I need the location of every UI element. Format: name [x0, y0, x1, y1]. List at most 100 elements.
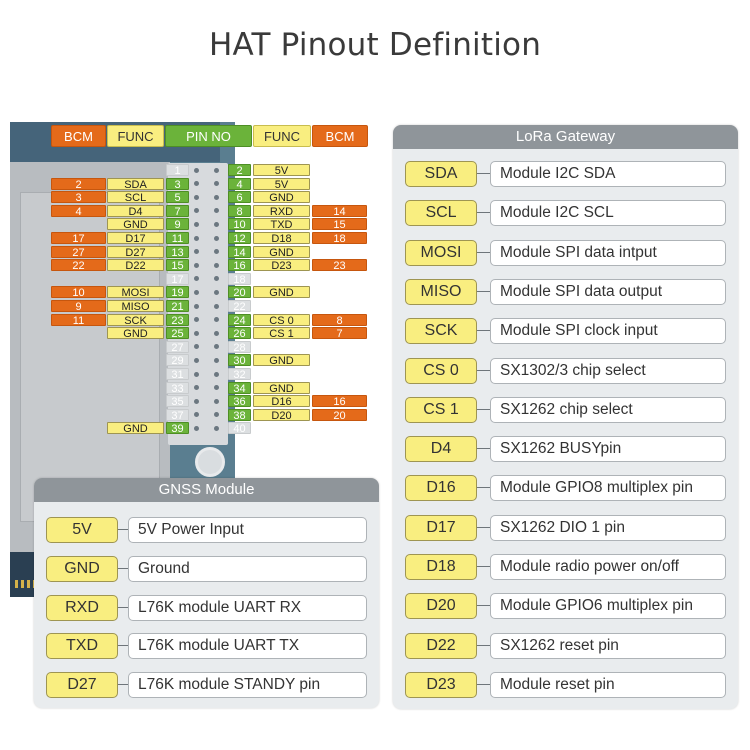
lora-connector-line: [477, 448, 490, 450]
lora-pin-description: Module SPI clock input: [490, 318, 726, 345]
pin-37: 37: [166, 408, 189, 422]
func-left-25: GND: [107, 327, 164, 340]
gnss-panel: GNSS Module 5V 5V Power Input GND Ground RXD…: [34, 478, 379, 708]
func-left-13: D27: [107, 245, 164, 259]
header-pin-dot: [194, 371, 199, 377]
func-left-15: D22: [107, 259, 164, 272]
header-pin-dot: [194, 221, 199, 227]
lora-connector-line: [477, 487, 490, 489]
header-pin-dot: [214, 167, 219, 173]
bcm-right-12: 18: [312, 232, 367, 245]
bcm-left-13: 27: [51, 245, 106, 259]
pin-39: 39: [166, 422, 189, 435]
pin-17: 17: [166, 272, 189, 286]
header-pin-dot: [214, 235, 219, 241]
lora-pin-description: Module reset pin: [490, 671, 726, 698]
gnss-connector-line: [118, 567, 128, 569]
header-pin-dot: [214, 289, 219, 295]
pin-6: 6: [228, 191, 251, 204]
func-right-20: GND: [253, 286, 310, 299]
func-right-10: TXD: [253, 218, 310, 231]
lora-pin-description: Module I2C SDA: [490, 161, 726, 187]
func-left-19: MOSI: [107, 286, 164, 299]
header-pin-dot: [214, 398, 219, 404]
func-right-26: CS 1: [253, 327, 310, 340]
lora-connector-line: [477, 251, 490, 253]
header-pin-dot: [194, 330, 199, 336]
header-pin-dot: [214, 303, 219, 309]
header-pin-dot: [214, 194, 219, 200]
func-right-8: RXD: [253, 204, 310, 218]
lora-pin-label: D16: [405, 475, 477, 502]
lora-pin-label: CS 1: [405, 396, 477, 423]
pin-13: 13: [166, 245, 189, 259]
gnss-pin-label: TXD: [46, 633, 118, 660]
header-pin-no: PIN NO: [165, 125, 252, 147]
bcm-right-10: 15: [312, 218, 367, 231]
func-right-4: 5V: [253, 177, 310, 191]
lora-pin-label: D4: [405, 436, 477, 463]
pin-30: 30: [228, 354, 251, 367]
pin-22: 22: [228, 300, 251, 313]
gnss-pin-description: L76K module UART RX: [128, 594, 367, 621]
pin-32: 32: [228, 368, 251, 381]
pin-12: 12: [228, 232, 251, 245]
pin-2: 2: [228, 164, 251, 177]
bcm-left-11: 17: [51, 232, 106, 245]
lora-pin-description: SX1262 chip select: [490, 396, 726, 423]
header-pin-dot: [194, 425, 199, 431]
bcm-left-3: 2: [51, 177, 106, 191]
mounting-hole: [195, 447, 225, 477]
header-pin-dot: [194, 289, 199, 295]
func-right-6: GND: [253, 191, 310, 204]
header-pin-dot: [214, 262, 219, 268]
lora-pin-label: D17: [405, 514, 477, 541]
gnss-pin-description: L76K module STANDY pin: [128, 672, 367, 699]
header-bcm-left: BCM: [51, 125, 106, 147]
pin-20: 20: [228, 286, 251, 299]
lora-pin-label: D18: [405, 554, 477, 580]
pin-29: 29: [166, 354, 189, 367]
header-pin-dot: [214, 425, 219, 431]
pin-24: 24: [228, 313, 251, 327]
header-pin-dot: [214, 221, 219, 227]
func-right-38: D20: [253, 408, 310, 422]
gnss-connector-line: [118, 606, 128, 608]
lora-connector-line: [477, 173, 490, 174]
func-left-23: SCK: [107, 313, 164, 327]
bcm-left-5: 3: [51, 191, 106, 204]
pin-18: 18: [228, 272, 251, 286]
header-func-left: FUNC: [107, 125, 164, 147]
func-left-39: GND: [107, 422, 164, 435]
pin-25: 25: [166, 327, 189, 340]
func-left-3: SDA: [107, 177, 164, 191]
lora-pin-description: SX1262 DIO 1 pin: [490, 514, 726, 541]
func-right-36: D16: [253, 395, 310, 408]
lora-pin-description: Module radio power on/off: [490, 554, 726, 580]
lora-connector-line: [477, 526, 490, 528]
gnss-pin-description: L76K module UART TX: [128, 633, 367, 660]
pin-19: 19: [166, 286, 189, 299]
lora-pin-label: D23: [405, 671, 477, 698]
lora-connector-line: [477, 566, 490, 567]
pin-28: 28: [228, 340, 251, 354]
func-right-14: GND: [253, 245, 310, 259]
lora-connector-line: [477, 605, 490, 607]
func-right-24: CS 0: [253, 313, 310, 327]
bcm-right-8: 14: [312, 204, 367, 218]
lora-pin-label: D22: [405, 632, 477, 659]
header-pin-dot: [214, 357, 219, 363]
pin-3: 3: [166, 177, 189, 191]
pin-8: 8: [228, 204, 251, 218]
bcm-left-7: 4: [51, 204, 106, 218]
lora-connector-line: [477, 644, 490, 646]
pin-31: 31: [166, 368, 189, 381]
header-pin-dot: [194, 357, 199, 363]
pin-14: 14: [228, 245, 251, 259]
lora-pin-label: MOSI: [405, 239, 477, 266]
lora-panel: LoRa Gateway SDA Module I2C SDA SCL Module …: [393, 125, 738, 709]
header-pin-dot: [194, 194, 199, 200]
pin-27: 27: [166, 340, 189, 354]
bcm-right-26: 7: [312, 327, 367, 340]
lora-pin-description: Module GPIO6 multiplex pin: [490, 593, 726, 620]
